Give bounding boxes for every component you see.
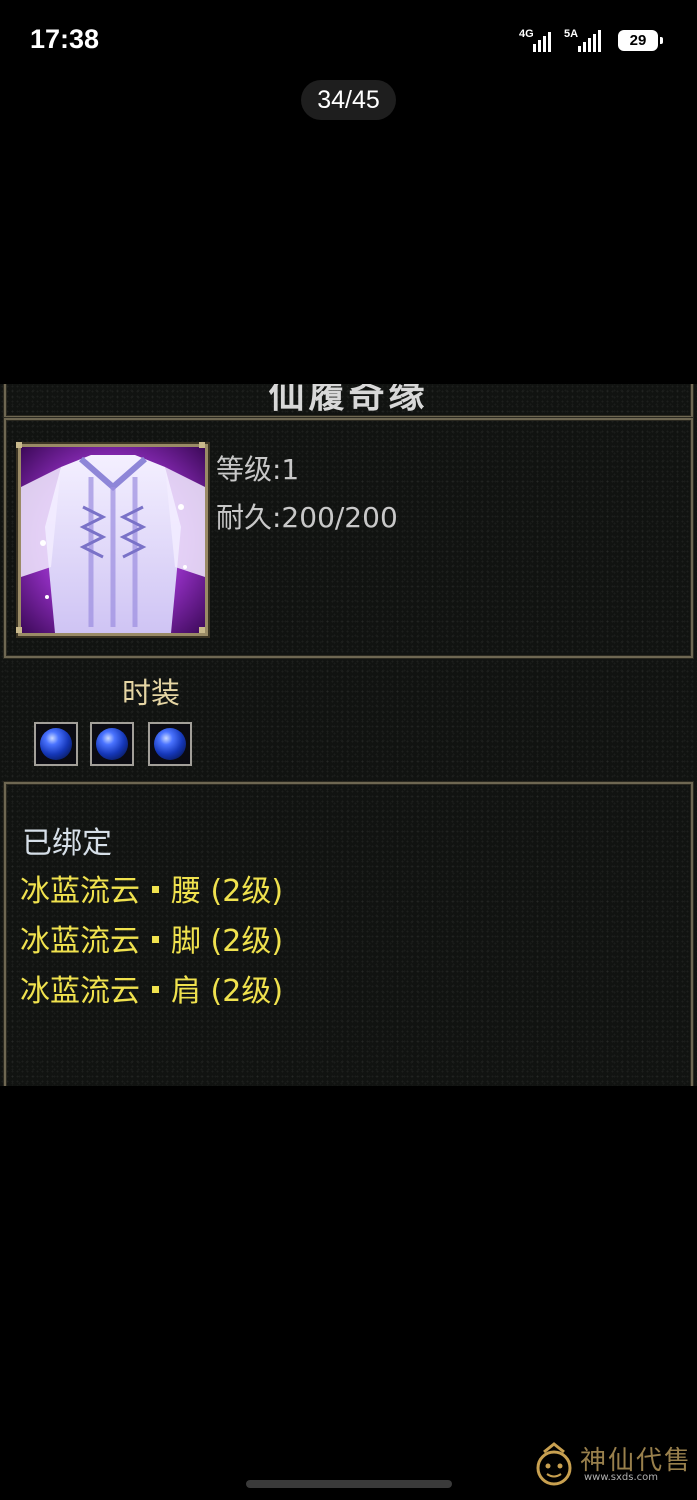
status-bar: 17:38 4G 5A 29: [0, 0, 697, 80]
blue-gem-icon: [154, 728, 186, 760]
gem-socket: [148, 722, 192, 766]
watermark-url: www.sxds.com: [584, 1472, 659, 1483]
set-bonus-part: 腰 (2级): [171, 874, 284, 909]
cell-signal-5a-icon: 5A: [564, 28, 608, 52]
blue-gem-icon: [40, 728, 72, 760]
home-indicator[interactable]: [246, 1480, 452, 1488]
set-bonus-line: 冰蓝流云脚 (2级): [20, 916, 283, 960]
blue-gem-icon: [96, 728, 128, 760]
set-bonus-line: 冰蓝流云肩 (2级): [20, 966, 283, 1010]
set-bonus-part: 肩 (2级): [171, 974, 284, 1009]
set-bonus-name: 冰蓝流云: [20, 974, 140, 1009]
mascot-logo-icon: [536, 1442, 572, 1486]
clock: 17:38: [30, 24, 100, 54]
icon-corner-ornament: [199, 627, 205, 633]
set-bonus-name: 冰蓝流云: [20, 924, 140, 959]
bullet-icon: [152, 886, 159, 893]
icon-corner-ornament: [16, 442, 22, 448]
gem-socket: [34, 722, 78, 766]
battery-icon: 29: [618, 30, 663, 51]
item-level: 等级:1: [216, 453, 300, 486]
item-tooltip-panel: 仙履奇缘 等级:1 耐久:200/200 时装 已绑定 冰蓝流云 腰 (2级) …: [0, 384, 697, 1086]
signal-label-5a: 5A: [564, 28, 579, 40]
item-durability: 耐久:200/200: [216, 501, 398, 534]
item-category: 时装: [122, 676, 181, 710]
bound-status: 已绑定: [22, 826, 112, 861]
signal-label-4g: 4G: [519, 28, 534, 40]
item-name: 仙履奇缘: [268, 384, 429, 416]
set-bonus-part: 脚 (2级): [171, 924, 284, 959]
cell-signal-4g-icon: 4G: [519, 28, 555, 52]
costume-item-icon: [18, 444, 208, 636]
bullet-icon: [152, 936, 159, 943]
gem-socket: [90, 722, 134, 766]
icon-corner-ornament: [16, 627, 22, 633]
set-bonus-line: 冰蓝流云腰 (2级): [20, 866, 283, 910]
set-bonus-name: 冰蓝流云: [20, 874, 140, 909]
page-counter: 34/45: [301, 80, 396, 120]
watermark: 神仙代售 www.sxds.com: [534, 1440, 694, 1488]
bullet-icon: [152, 986, 159, 993]
icon-corner-ornament: [199, 442, 205, 448]
